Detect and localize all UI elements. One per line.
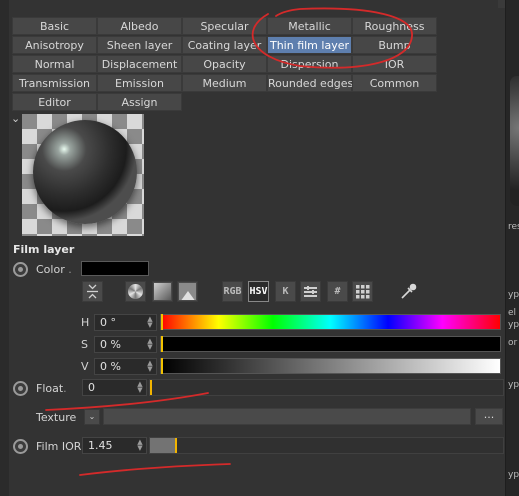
tab-emission[interactable]: Emission (97, 74, 182, 92)
left-panel-edge (0, 0, 9, 496)
hue-slider[interactable] (160, 314, 501, 330)
saturation-input[interactable]: 0 % ▲ ▼ (94, 336, 157, 353)
eyedropper-icon[interactable] (398, 281, 419, 302)
saturation-label: S (81, 338, 88, 351)
film-ior-input[interactable]: 1.45 ▲ ▼ (82, 437, 147, 454)
film-ior-slider-handle[interactable] (175, 438, 177, 453)
tab-specular[interactable]: Specular (182, 17, 267, 35)
tab-dispersion[interactable]: Dispersion (267, 55, 352, 73)
hex-mode-button[interactable]: # (327, 281, 348, 302)
tab-common[interactable]: Common (352, 74, 437, 92)
float-animate-toggle[interactable] (13, 381, 28, 396)
float-label-dots: . (63, 382, 67, 395)
film-ior-label: Film IOR (36, 440, 82, 453)
float-label: Float. (36, 382, 67, 395)
right-panel-text: ype (508, 320, 519, 330)
saturation-value: 0 % (100, 338, 121, 351)
tab-medium[interactable]: Medium (182, 74, 267, 92)
tab-opacity[interactable]: Opacity (182, 55, 267, 73)
section-title: Film layer (13, 243, 75, 256)
tab-assign[interactable]: Assign (97, 93, 182, 111)
hue-marker[interactable] (161, 314, 163, 330)
right-panel-text: ype (508, 470, 519, 480)
texture-browse-button[interactable]: ... (475, 408, 503, 425)
saturation-marker[interactable] (161, 336, 163, 352)
value-slider[interactable] (160, 358, 501, 374)
film-ior-spinner-icon[interactable]: ▲ ▼ (136, 439, 144, 452)
value-value: 0 % (100, 360, 121, 373)
film-ior-value: 1.45 (88, 439, 113, 452)
right-preview-thumb (510, 76, 519, 206)
hue-value: 0 ° (100, 316, 116, 329)
tab-transmission[interactable]: Transmission (12, 74, 97, 92)
tab-thin-film-layer[interactable]: Thin film layer (267, 36, 352, 54)
right-panel-text: ype (508, 290, 519, 300)
color-label-dots: . (68, 263, 72, 276)
preview-sphere (33, 120, 137, 224)
tab-ior[interactable]: IOR (352, 55, 437, 73)
film-ior-slider-fill (150, 438, 175, 453)
hsv-mode-button[interactable]: HSV (248, 281, 269, 302)
float-slider[interactable] (149, 379, 504, 396)
image-icon[interactable] (177, 281, 198, 302)
tab-metallic[interactable]: Metallic (267, 17, 352, 35)
right-panel-edge: res ype el ype or ype ype (505, 0, 519, 496)
hue-label: H (81, 316, 90, 329)
film-ior-animate-toggle[interactable] (13, 439, 28, 454)
material-preview (22, 114, 144, 236)
float-input[interactable]: 0 ▲ ▼ (82, 379, 147, 396)
tab-roughness[interactable]: Roughness (352, 17, 437, 35)
value-marker[interactable] (161, 358, 163, 374)
texture-label: Texture (36, 411, 77, 424)
tab-coating-layer[interactable]: Coating layer (182, 36, 267, 54)
tab-editor[interactable]: Editor (12, 93, 97, 111)
float-value: 0 (88, 381, 95, 394)
value-spinner-icon[interactable]: ▲ ▼ (146, 360, 154, 373)
sliders-icon[interactable] (300, 281, 321, 302)
kelvin-mode-button[interactable]: K (275, 281, 296, 302)
hue-input[interactable]: 0 ° ▲ ▼ (94, 314, 157, 331)
grid-icon[interactable] (352, 281, 373, 302)
tab-bump[interactable]: Bump (352, 36, 437, 54)
right-panel-text: res (508, 222, 519, 232)
tab-displacement[interactable]: Displacement (97, 55, 182, 73)
tab-albedo[interactable]: Albedo (97, 17, 182, 35)
tab-sheen-layer[interactable]: Sheen layer (97, 36, 182, 54)
rgb-mode-button[interactable]: RGB (222, 281, 243, 302)
arrows-icon[interactable] (82, 281, 103, 302)
texture-slot[interactable] (103, 408, 471, 425)
color-animate-toggle[interactable] (13, 262, 28, 277)
saturation-slider[interactable] (160, 336, 501, 352)
tab-normal[interactable]: Normal (12, 55, 97, 73)
gradient-square-icon[interactable] (152, 281, 173, 302)
color-label: Color . (36, 263, 72, 276)
hue-spinner-icon[interactable]: ▲ ▼ (146, 316, 154, 329)
texture-dropdown-chevron-icon[interactable]: ⌄ (84, 409, 100, 425)
saturation-spinner-icon[interactable]: ▲ ▼ (146, 338, 154, 351)
color-swatch[interactable] (81, 261, 149, 276)
tab-rounded-edges[interactable]: Rounded edges (267, 74, 353, 92)
right-panel-text: el (508, 308, 517, 318)
right-panel-text: ype (508, 380, 519, 390)
tab-anisotropy[interactable]: Anisotropy (12, 36, 97, 54)
value-input[interactable]: 0 % ▲ ▼ (94, 358, 157, 375)
float-slider-handle[interactable] (150, 380, 152, 395)
float-spinner-icon[interactable]: ▲ ▼ (136, 381, 144, 394)
right-panel-text: or (508, 338, 518, 348)
tab-basic[interactable]: Basic (12, 17, 97, 35)
color-wheel-icon[interactable] (125, 281, 146, 302)
film-ior-slider[interactable] (149, 437, 504, 454)
value-label: V (81, 360, 89, 373)
